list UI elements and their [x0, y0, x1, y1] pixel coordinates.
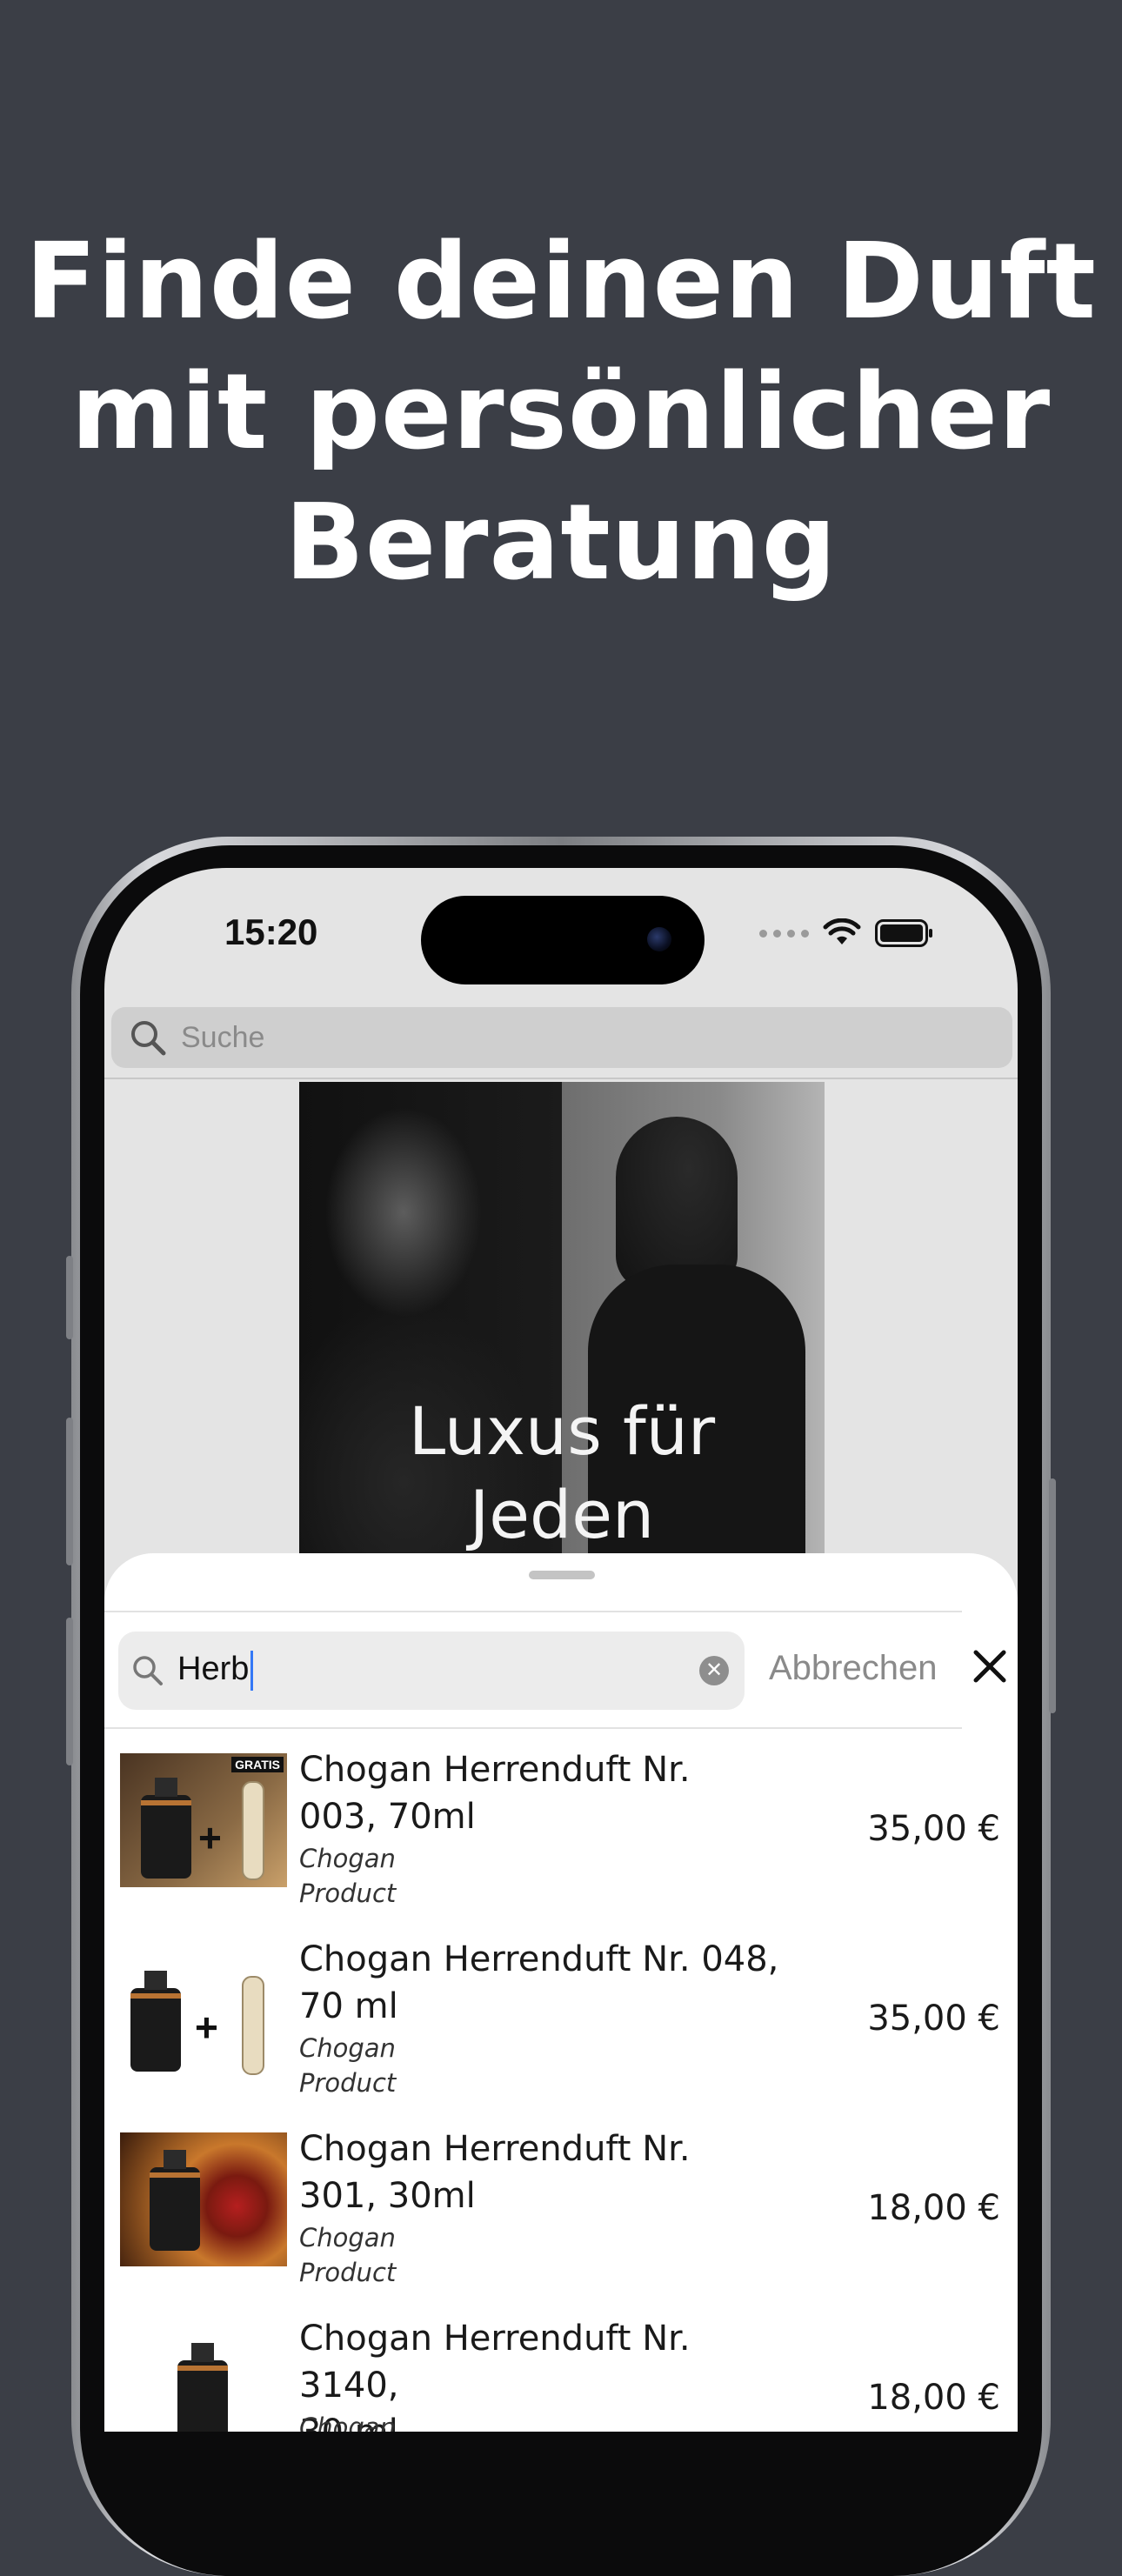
product-thumbnail — [120, 2322, 287, 2432]
product-thumbnail — [120, 2132, 287, 2266]
product-title: Chogan Herrenduft Nr. 048, 70 ml — [299, 1939, 779, 2026]
product-type: Product — [299, 2068, 397, 2098]
product-brand: Chogan — [299, 2412, 396, 2432]
close-icon[interactable] — [971, 1647, 1009, 1685]
top-search-bar[interactable]: Suche — [111, 1007, 1012, 1068]
dynamic-island — [421, 896, 705, 984]
product-brand: Chogan — [299, 2223, 396, 2252]
text-caret — [250, 1651, 254, 1691]
search-icon — [131, 1021, 166, 1056]
search-query: Herb — [177, 1651, 254, 1691]
product-type: Product — [299, 2258, 397, 2287]
header-divider — [104, 1078, 1018, 1079]
product-price: 18,00 € — [867, 2188, 1000, 2228]
sheet-divider-bottom — [104, 1727, 962, 1729]
phone-screen: 15:20 Suche Luxus für Jeden Herb ✕ Abbre… — [104, 868, 1018, 2432]
front-camera — [647, 927, 671, 951]
sheet-grabber[interactable] — [529, 1571, 595, 1579]
headline-line-1: Finde deinen Duft — [25, 222, 1097, 343]
cellular-dots-icon — [759, 929, 809, 938]
banner-caption-line-1: Luxus für — [408, 1392, 716, 1470]
product-title: Chogan Herrenduft Nr. 003, 70ml — [299, 1750, 691, 1837]
sheet-divider-top — [104, 1611, 962, 1612]
phone-action-button — [66, 1256, 73, 1339]
search-query-text: Herb — [177, 1651, 250, 1688]
product-price: 35,00 € — [867, 1809, 1000, 1849]
search-icon — [133, 1656, 163, 1685]
marketing-headline: Finde deinen Duft mit persönlicher Berat… — [0, 217, 1122, 609]
product-price: 18,00 € — [867, 2378, 1000, 2418]
result-row[interactable]: Chogan Herrenduft Nr. 3140, 30 ml Chogan… — [104, 2310, 1018, 2432]
top-search-placeholder: Suche — [181, 1020, 265, 1054]
phone-power-button — [1049, 1478, 1056, 1713]
clear-circle-icon[interactable]: ✕ — [699, 1656, 729, 1685]
product-thumbnail: + GRATIS — [120, 1753, 287, 1887]
cancel-button[interactable]: Abbrechen — [769, 1649, 937, 1688]
status-time: 15:20 — [224, 911, 318, 952]
result-row[interactable]: Chogan Herrenduft Nr. 301, 30ml Chogan P… — [104, 2120, 1018, 2310]
results-list: + GRATIS Chogan Herrenduft Nr. 003, 70ml… — [104, 1741, 1018, 2432]
search-sheet: Herb ✕ Abbrechen + GRATIS Chogan Herrend… — [104, 1553, 1018, 2432]
banner-caption: Luxus für Jeden — [299, 1390, 825, 1557]
headline-line-2: mit persönlicher — [70, 352, 1052, 473]
wifi-icon — [823, 918, 861, 944]
battery-icon — [875, 919, 932, 947]
phone-volume-down-button — [66, 1618, 73, 1765]
product-title: Chogan Herrenduft Nr. 301, 30ml — [299, 2129, 691, 2216]
product-thumbnail: + — [120, 1943, 287, 2077]
headline-line-3: Beratung — [284, 483, 838, 604]
search-input[interactable]: Herb ✕ — [118, 1632, 745, 1710]
result-row[interactable]: + GRATIS Chogan Herrenduft Nr. 003, 70ml… — [104, 1741, 1018, 1931]
product-price: 35,00 € — [867, 1999, 1000, 2039]
product-brand: Chogan — [299, 2033, 396, 2063]
status-icons — [759, 918, 934, 948]
banner-caption-line-2: Jeden — [469, 1476, 655, 1553]
product-brand: Chogan — [299, 1844, 396, 1873]
gratis-badge: GRATIS — [231, 1757, 284, 1772]
promo-banner[interactable]: Luxus für Jeden — [299, 1082, 825, 1569]
phone-volume-up-button — [66, 1418, 73, 1565]
result-row[interactable]: + Chogan Herrenduft Nr. 048, 70 ml Choga… — [104, 1931, 1018, 2120]
product-type: Product — [299, 1879, 397, 1908]
